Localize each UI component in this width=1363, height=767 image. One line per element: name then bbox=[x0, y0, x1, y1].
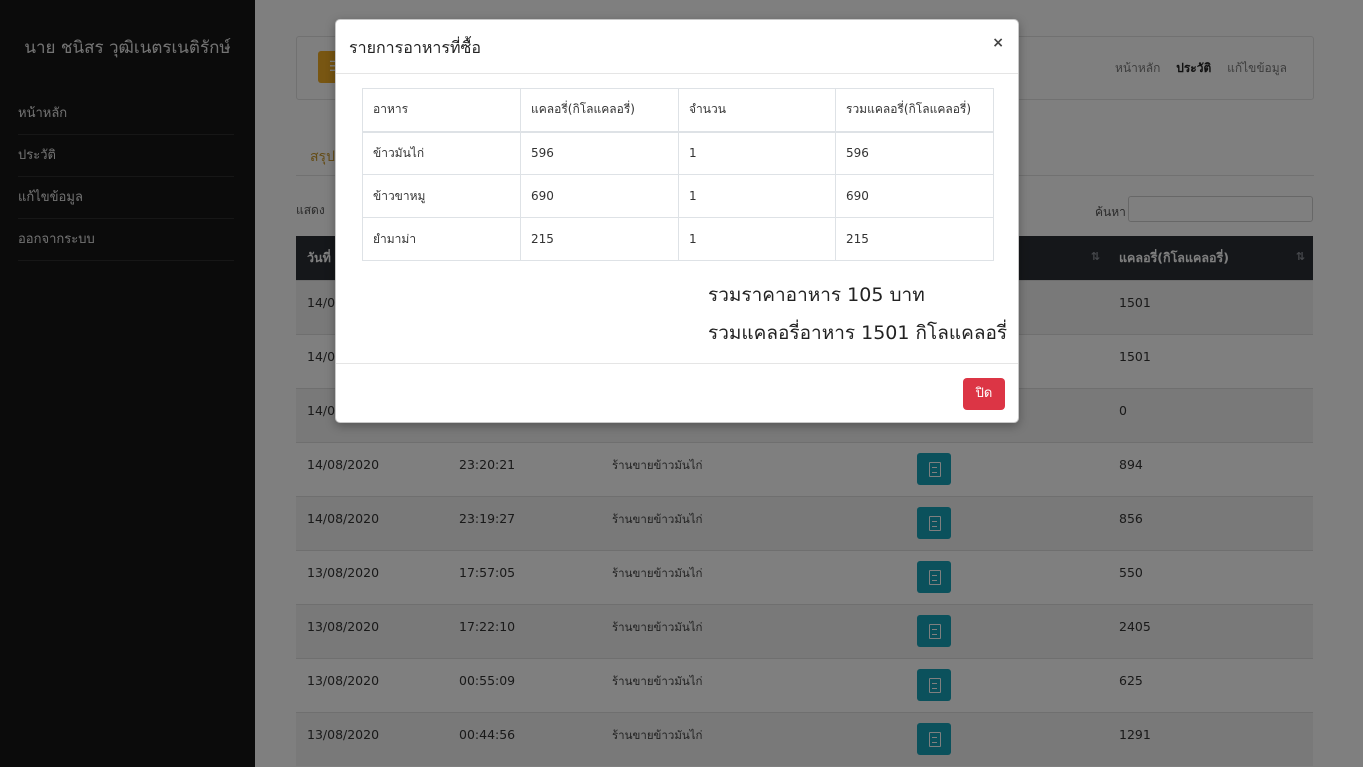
close-button[interactable]: ปิด bbox=[963, 378, 1005, 410]
items-header-row: อาหาร แคลอรี่(กิโลแคลอรี่) จำนวน รวมแคลอ… bbox=[362, 88, 994, 133]
modal-footer: ปิด bbox=[336, 363, 1018, 424]
modal-title: รายการอาหารที่ซื้อ bbox=[349, 38, 481, 57]
summary-price: รวมราคาอาหาร 105 บาท bbox=[708, 284, 925, 306]
table-row: ข้าวมันไก่ 596 1 596 bbox=[362, 131, 994, 175]
food-name: ข้าวขาหมู bbox=[362, 174, 521, 218]
food-total-calories: 596 bbox=[835, 131, 994, 175]
column-header-total-calories: รวมแคลอรี่(กิโลแคลอรี่) bbox=[835, 88, 994, 133]
table-row: ข้าวขาหมู 690 1 690 bbox=[362, 174, 994, 218]
food-calories: 596 bbox=[520, 131, 679, 175]
food-name: ข้าวมันไก่ bbox=[362, 131, 521, 175]
column-header-food: อาหาร bbox=[362, 88, 521, 133]
close-icon[interactable]: × bbox=[992, 35, 1004, 51]
food-total-calories: 215 bbox=[835, 217, 994, 261]
food-calories: 690 bbox=[520, 174, 679, 218]
modal-summary: รวมราคาอาหาร 105 บาท รวมแคลอรี่อาหาร 150… bbox=[708, 276, 1007, 352]
column-header-calories: แคลอรี่(กิโลแคลอรี่) bbox=[520, 88, 679, 133]
table-row: ยำมาม่า 215 1 215 bbox=[362, 217, 994, 261]
food-quantity: 1 bbox=[678, 217, 836, 261]
purchased-items-table: อาหาร แคลอรี่(กิโลแคลอรี่) จำนวน รวมแคลอ… bbox=[362, 88, 994, 261]
food-calories: 215 bbox=[520, 217, 679, 261]
food-total-calories: 690 bbox=[835, 174, 994, 218]
food-quantity: 1 bbox=[678, 131, 836, 175]
column-header-quantity: จำนวน bbox=[678, 88, 836, 133]
modal-header: รายการอาหารที่ซื้อ × bbox=[336, 20, 1018, 74]
food-name: ยำมาม่า bbox=[362, 217, 521, 261]
summary-calories: รวมแคลอรี่อาหาร 1501 กิโลแคลอรี่ bbox=[708, 322, 1008, 344]
purchase-modal: รายการอาหารที่ซื้อ × อาหาร แคลอรี่(กิโลแ… bbox=[335, 19, 1019, 423]
food-quantity: 1 bbox=[678, 174, 836, 218]
